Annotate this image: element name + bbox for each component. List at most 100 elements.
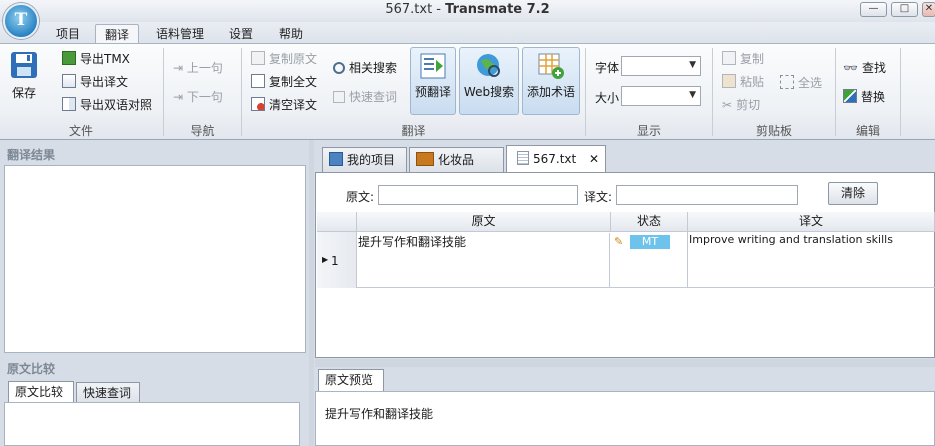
target-text: Improve writing and translation skills xyxy=(689,233,893,246)
copy-all-button[interactable]: 复制全文 xyxy=(251,74,317,90)
next-sentence-button[interactable]: ⇥ 下一句 xyxy=(173,89,223,105)
save-icon xyxy=(11,52,37,78)
export-target-label: 导出译文 xyxy=(80,75,129,89)
source-compare-pane xyxy=(4,402,300,446)
copy-button[interactable]: 复制 xyxy=(722,51,764,67)
find-button[interactable]: 👓 查找 xyxy=(843,60,886,76)
horizontal-splitter[interactable] xyxy=(315,359,935,367)
font-select[interactable]: ▼ xyxy=(621,56,701,76)
menu-tab-translate[interactable]: 翻译 xyxy=(95,24,139,44)
find-label: 查找 xyxy=(861,61,886,75)
target-cell[interactable]: Improve writing and translation skills xyxy=(689,233,935,287)
chevron-down-icon: ▼ xyxy=(689,90,696,100)
vertical-splitter[interactable] xyxy=(309,140,314,446)
menu-bar xyxy=(0,22,935,44)
tab-quick-lookup[interactable]: 快速查词 xyxy=(76,382,140,403)
logo-letter: T xyxy=(14,10,28,30)
clear-target-label: 清空译文 xyxy=(269,98,318,112)
web-search-button[interactable]: Web搜索 xyxy=(459,47,519,115)
copy-icon xyxy=(251,51,265,65)
maximize-button[interactable]: □ xyxy=(891,2,918,17)
copy-source-label: 复制原文 xyxy=(269,52,318,66)
clear-target-button[interactable]: 清空译文 xyxy=(251,97,317,113)
group-label-nav: 导航 xyxy=(190,124,215,138)
row-number: 1 xyxy=(331,254,339,268)
menu-tab-project[interactable]: 项目 xyxy=(50,24,86,44)
column-header-target[interactable]: 译文 xyxy=(688,212,935,232)
app-logo[interactable]: T xyxy=(3,3,39,39)
replace-label: 替换 xyxy=(861,90,886,104)
replace-button[interactable]: 替换 xyxy=(843,89,885,105)
group-label-translate: 翻译 xyxy=(401,124,426,138)
chevron-down-icon: ▼ xyxy=(689,60,696,70)
preview-text: 提升写作和翻译技能 xyxy=(325,407,434,421)
clear-icon xyxy=(251,97,265,111)
column-header-status[interactable]: 状态 xyxy=(611,212,688,232)
export-bilingual-icon xyxy=(62,97,76,111)
export-tmx-button[interactable]: 导出TMX xyxy=(62,51,130,67)
close-button[interactable]: ✕ xyxy=(922,2,935,17)
table-row[interactable]: ▶ 1 提升写作和翻译技能 ✎ MT Improve writing and t… xyxy=(317,232,935,288)
export-tmx-icon xyxy=(62,51,76,65)
add-term-button[interactable]: 添加术语 xyxy=(522,47,580,115)
size-select[interactable]: ▼ xyxy=(621,86,701,106)
target-filter-input[interactable] xyxy=(616,185,798,205)
close-tab-icon[interactable]: ✕ xyxy=(589,146,599,172)
export-bilingual-button[interactable]: 导出双语对照 xyxy=(62,97,152,113)
cut-button[interactable]: ✂ 剪切 xyxy=(722,97,760,113)
export-target-button[interactable]: 导出译文 xyxy=(62,74,128,90)
menu-tab-help[interactable]: 帮助 xyxy=(272,24,310,44)
paste-button[interactable]: 粘贴 xyxy=(722,74,764,90)
document-icon xyxy=(517,151,529,165)
edit-pencil-icon: ✎ xyxy=(614,235,624,248)
save-label: 保存 xyxy=(11,86,36,100)
export-tmx-label: 导出TMX xyxy=(80,52,130,66)
group-label-display: 显示 xyxy=(636,124,661,138)
doc-tab-label: 我的项目 xyxy=(347,153,396,167)
doc-tab-my-project[interactable]: 我的项目 xyxy=(322,147,407,172)
status-badge: MT xyxy=(630,235,670,249)
menu-tab-settings[interactable]: 设置 xyxy=(222,24,260,44)
source-filter-input[interactable] xyxy=(378,185,578,205)
row-header-corner xyxy=(317,212,357,232)
menu-tab-corpus[interactable]: 语料管理 xyxy=(150,24,210,44)
globe-icon xyxy=(477,54,500,77)
doc-tab-cosmetics[interactable]: 化妆品 xyxy=(409,147,504,172)
save-button[interactable]: 保存 xyxy=(6,50,42,101)
group-divider xyxy=(900,48,901,136)
source-compare-title: 原文比较 xyxy=(7,362,56,376)
doc-tab-label: 化妆品 xyxy=(438,153,475,167)
group-label-clipboard: 剪贴板 xyxy=(755,124,792,138)
select-all-icon xyxy=(780,75,794,89)
source-preview-pane: 提升写作和翻译技能 xyxy=(315,391,935,446)
font-label: 字体 xyxy=(595,61,620,75)
row-header[interactable]: ▶ 1 xyxy=(317,232,357,288)
export-doc-icon xyxy=(62,74,76,88)
translation-results-pane xyxy=(4,165,306,353)
related-search-button[interactable]: 相关搜索 xyxy=(333,60,397,76)
column-header-source[interactable]: 原文 xyxy=(357,212,611,232)
paste-label: 粘贴 xyxy=(740,75,765,89)
quick-lookup-button[interactable]: 快速查词 xyxy=(333,89,397,105)
export-bilingual-label: 导出双语对照 xyxy=(80,98,153,112)
source-cell[interactable]: 提升写作和翻译技能 xyxy=(358,233,610,287)
tab-source-compare[interactable]: 原文比较 xyxy=(8,381,74,403)
copy-all-icon xyxy=(251,74,265,88)
add-term-label: 添加术语 xyxy=(526,85,575,99)
pretranslate-label: 预翻译 xyxy=(414,85,451,99)
current-row-icon: ▶ xyxy=(322,255,329,264)
minimize-button[interactable]: — xyxy=(860,2,887,17)
doc-tab-567[interactable]: 567.txt ✕ xyxy=(506,145,606,173)
folder-icon xyxy=(416,152,434,166)
group-label-file: 文件 xyxy=(68,124,93,138)
clear-button[interactable]: 清除 xyxy=(828,182,878,205)
web-search-label: Web搜索 xyxy=(463,85,515,99)
tab-source-preview[interactable]: 原文预览 xyxy=(318,369,384,391)
copy-source-button[interactable]: 复制原文 xyxy=(251,51,317,67)
replace-icon xyxy=(843,89,857,103)
prev-sentence-button[interactable]: ⇥ 上一句 xyxy=(173,60,223,76)
select-all-button[interactable]: 全选 xyxy=(780,75,822,91)
pretranslate-button[interactable]: 预翻译 xyxy=(410,47,456,115)
copy-icon xyxy=(722,51,736,65)
size-label: 大小 xyxy=(595,91,620,105)
